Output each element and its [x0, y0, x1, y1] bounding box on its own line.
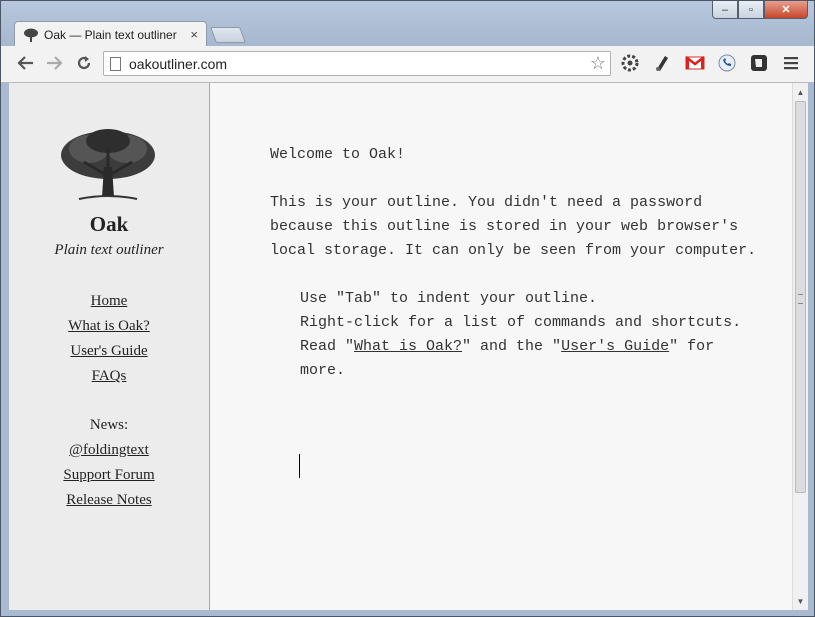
read-mid: " and the " [462, 338, 562, 355]
news-section: News: @foldingtext Support Forum Release… [9, 413, 209, 513]
outline-line-rightclick-tip[interactable]: Right-click for a list of commands and s… [270, 311, 760, 335]
sidebar-nav: Home What is Oak? User's Guide FAQs [9, 289, 209, 389]
minimize-button[interactable]: ‒ [712, 1, 738, 19]
text-cursor [299, 454, 300, 478]
page-icon [110, 56, 121, 71]
phone-icon[interactable] [716, 52, 738, 74]
new-tab-button[interactable] [210, 27, 246, 43]
news-link-foldingtext[interactable]: @foldingtext [9, 438, 209, 463]
maximize-button[interactable]: ▫ [738, 1, 764, 19]
grip-icon [798, 294, 803, 304]
news-label: News: [89, 417, 129, 433]
menu-icon[interactable] [780, 52, 802, 74]
nav-link-what-is-oak[interactable]: What is Oak? [9, 314, 209, 339]
tab-oak[interactable]: Oak — Plain text outliner × [14, 21, 207, 47]
scroll-thumb[interactable] [795, 101, 806, 493]
window-controls: ‒ ▫ ✕ [712, 1, 808, 19]
brand-name: Oak [89, 212, 129, 236]
link-what-is-oak[interactable]: What is Oak? [354, 338, 462, 355]
sidebar: Oak Plain text outliner Home What is Oak… [9, 83, 210, 610]
scroll-down-icon[interactable]: ▼ [793, 594, 808, 608]
forward-icon[interactable] [43, 52, 65, 74]
address-bar[interactable]: oakoutliner.com ☆ [103, 51, 611, 76]
nav-link-users-guide[interactable]: User's Guide [9, 339, 209, 364]
link-users-guide[interactable]: User's Guide [561, 338, 669, 355]
news-link-release-notes[interactable]: Release Notes [9, 488, 209, 513]
oak-tree-logo [61, 129, 155, 200]
brand-tagline: Plain text outliner [54, 242, 164, 258]
outline-line-intro[interactable]: This is your outline. You didn't need a … [270, 191, 760, 263]
nav-link-faqs[interactable]: FAQs [9, 364, 209, 389]
back-icon[interactable] [15, 52, 37, 74]
news-link-support-forum[interactable]: Support Forum [9, 463, 209, 488]
scroll-up-icon[interactable]: ▲ [793, 85, 808, 99]
nav-link-home[interactable]: Home [9, 289, 209, 314]
tab-close-icon[interactable]: × [190, 27, 198, 42]
gmail-icon[interactable] [684, 52, 706, 74]
read-prefix: Read " [300, 338, 355, 355]
reload-icon[interactable] [73, 52, 95, 74]
browser-toolbar: oakoutliner.com ☆ [1, 46, 814, 83]
page-content: Oak Plain text outliner Home What is Oak… [9, 83, 808, 610]
tree-favicon-icon [24, 28, 38, 42]
close-window-button[interactable]: ✕ [764, 1, 808, 19]
extension-icon[interactable] [619, 52, 641, 74]
outline-editor[interactable]: Welcome to Oak! This is your outline. Yo… [270, 143, 760, 383]
browser-window: ‒ ▫ ✕ Oak — Plain text outliner × oakout… [0, 0, 815, 617]
vertical-scrollbar[interactable]: ▲ ▼ [792, 83, 808, 610]
pen-icon[interactable] [651, 52, 673, 74]
outline-line-tab-tip[interactable]: Use "Tab" to indent your outline. [270, 287, 760, 311]
outline-line-read-more[interactable]: Read "What is Oak?" and the "User's Guid… [270, 335, 760, 383]
outline-line-welcome[interactable]: Welcome to Oak! [270, 143, 760, 167]
url-text[interactable]: oakoutliner.com [129, 56, 590, 72]
star-icon[interactable]: ☆ [590, 53, 606, 74]
tab-title: Oak — Plain text outliner [44, 27, 177, 42]
evernote-icon[interactable] [748, 52, 770, 74]
title-bar: ‒ ▫ ✕ Oak — Plain text outliner × [1, 1, 814, 47]
